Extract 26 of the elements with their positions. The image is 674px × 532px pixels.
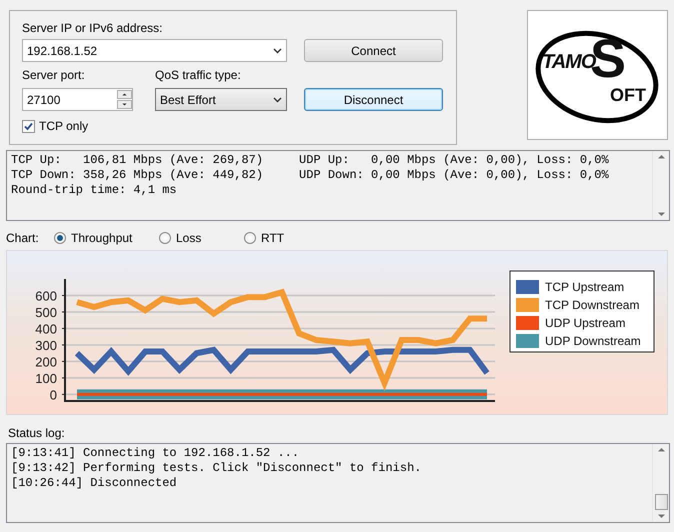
axis-tick-label: 500 bbox=[35, 304, 57, 320]
logo-text: OFT bbox=[610, 85, 646, 105]
axis-tick-label: 0 bbox=[50, 387, 57, 402]
legend-label: TCP Upstream bbox=[545, 280, 624, 294]
axis-tick-label: 600 bbox=[35, 288, 57, 304]
field-label: QoS traffic type: bbox=[155, 68, 242, 82]
log-line: [9:13:41] Connecting to 192.168.1.52 ... bbox=[11, 446, 300, 461]
field-label: Server IP or IPv6 address: bbox=[22, 21, 164, 35]
log-line: [10:26:44] Disconnected bbox=[11, 476, 178, 491]
stats-line: TCP Up: 106,81 Mbps (Ave: 269,87) UDP Up: 0,00 Mbps (Ave: 0,00), Loss: 0,0% bbox=[11, 153, 610, 168]
legend-label: UDP Upstream bbox=[545, 316, 626, 330]
log-line: [9:13:42] Performing tests. Click "Disconnect" to finish. bbox=[11, 461, 422, 476]
chart-label: Chart: bbox=[6, 231, 40, 245]
axis-tick-label: 100 bbox=[35, 370, 57, 386]
stats-line: TCP Down: 358,26 Mbps (Ave: 449,82) UDP Down: 0,00 Mbps (Ave: 0,00), Loss: 0,0% bbox=[11, 168, 610, 183]
combo-value: 192.168.1.52 bbox=[27, 44, 98, 58]
combo-value: Best Effort bbox=[160, 92, 217, 106]
section-label: Status log: bbox=[7, 425, 66, 442]
field-label: Server port: bbox=[22, 68, 86, 82]
axis-tick-label: 200 bbox=[35, 354, 57, 370]
axis-tick-label: 300 bbox=[35, 338, 57, 353]
checkbox-label: TCP only bbox=[39, 119, 88, 133]
legend-label: TCP Downstream bbox=[545, 298, 640, 312]
axis-tick-label: 400 bbox=[35, 321, 57, 336]
stats-line: Round-trip time: 4,1 ms bbox=[11, 183, 178, 198]
legend-label: UDP Downstream bbox=[545, 334, 641, 348]
